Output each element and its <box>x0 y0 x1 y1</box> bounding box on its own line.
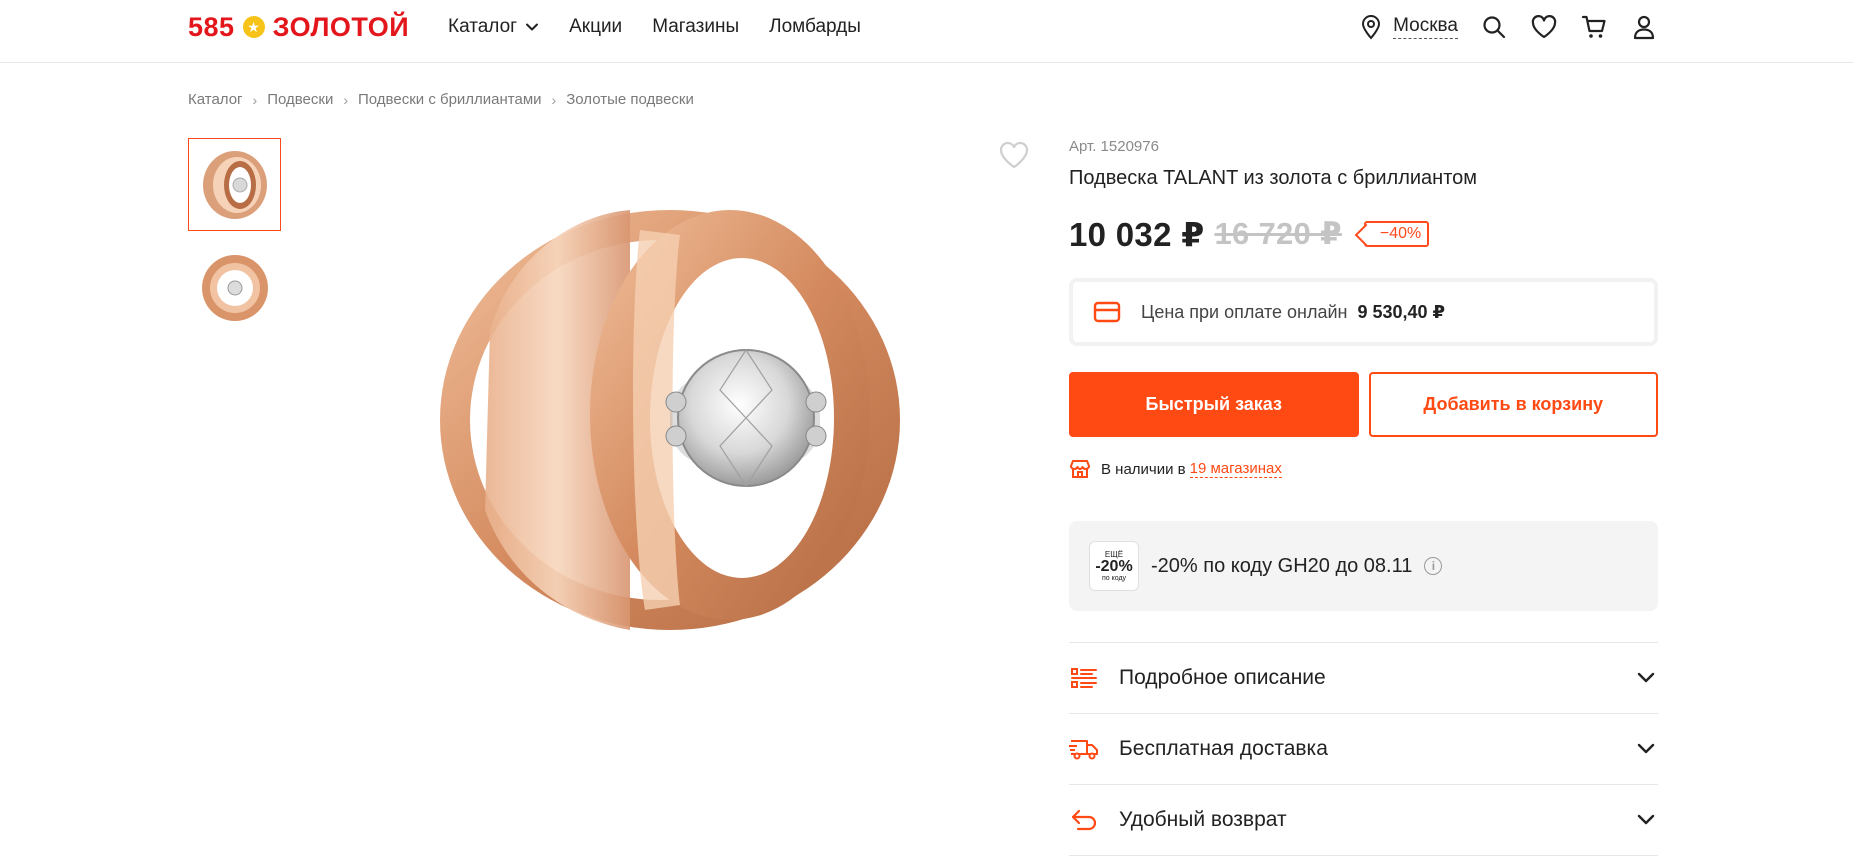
nav-pawnshops[interactable]: Ломбарды <box>769 16 861 38</box>
store-icon <box>1070 460 1090 478</box>
nav-promotions[interactable]: Акции <box>569 16 622 38</box>
product-accordion: Подробное описание Бесплатная доставка У… <box>1069 642 1658 856</box>
cart-icon[interactable] <box>1580 13 1608 41</box>
product-article: Арт. 1520976 <box>1069 138 1159 155</box>
current-price: 10 032 ₽ <box>1069 215 1205 253</box>
accordion-description-label: Подробное описание <box>1119 666 1326 689</box>
stock-stores-link[interactable]: 19 магазинах <box>1189 460 1282 478</box>
info-icon[interactable]: i <box>1424 557 1443 575</box>
breadcrumb-separator-icon: › <box>252 91 258 108</box>
nav-stores[interactable]: Магазины <box>652 16 739 38</box>
card-icon <box>1093 301 1121 323</box>
pendant-thumbnail-image <box>201 254 268 321</box>
logo-number: 585 <box>188 11 235 42</box>
site-header: 585 ★ ЗОЛОТОЙ Каталог Акции Магазины Лом… <box>0 0 1853 63</box>
header-actions: Москва <box>1359 10 1658 44</box>
heart-icon <box>999 141 1029 169</box>
main-nav: Каталог Акции Магазины Ломбарды <box>448 14 861 40</box>
location-pin-icon <box>1362 15 1381 40</box>
logo[interactable]: 585 ★ ЗОЛОТОЙ <box>188 10 409 44</box>
nav-catalog-label: Каталог <box>448 16 518 37</box>
breadcrumb-pendants[interactable]: Подвески <box>267 91 333 108</box>
price-row: 10 032 ₽ 16 720 ₽ −40% <box>1069 214 1658 254</box>
promo-text: -20% по коду GH20 до 08.11 <box>1151 554 1413 577</box>
breadcrumb: Каталог › Подвески › Подвески с бриллиан… <box>188 91 694 108</box>
breadcrumb-catalog[interactable]: Каталог <box>188 91 243 108</box>
breadcrumb-gold-pendants[interactable]: Золотые подвески <box>566 91 694 108</box>
chevron-down-icon <box>1634 808 1658 832</box>
list-icon <box>1069 663 1099 693</box>
breadcrumb-diamond-pendants[interactable]: Подвески с бриллиантами <box>358 91 542 108</box>
pendant-thumbnail-image <box>202 150 267 219</box>
nav-promotions-label: Акции <box>569 16 623 37</box>
thumbnail-1[interactable] <box>188 138 281 231</box>
nav-pawnshops-label: Ломбарды <box>769 16 861 37</box>
chevron-down-icon <box>1634 737 1658 761</box>
city-label: Москва <box>1393 15 1458 39</box>
breadcrumb-separator-icon: › <box>551 91 557 108</box>
online-price-value: 9 530,40 ₽ <box>1357 301 1446 322</box>
accordion-delivery[interactable]: Бесплатная доставка <box>1069 714 1658 785</box>
accordion-returns[interactable]: Удобный возврат <box>1069 785 1658 856</box>
online-price-label: Цена при оплате онлайн <box>1141 301 1348 322</box>
nav-catalog[interactable]: Каталог <box>448 16 539 38</box>
product-title: Подвеска TALANT из золота с бриллиантом <box>1069 167 1478 189</box>
nav-stores-label: Магазины <box>652 16 740 37</box>
user-icon[interactable] <box>1630 13 1658 41</box>
discount-badge: −40% <box>1363 221 1430 247</box>
chevron-down-icon <box>1634 666 1658 690</box>
add-to-cart-button[interactable]: Добавить в корзину <box>1368 372 1658 437</box>
add-to-favorites-button[interactable] <box>998 140 1030 172</box>
thumbnail-list <box>188 138 281 334</box>
truck-icon <box>1069 734 1099 764</box>
product-info: Арт. 1520976 Подвеска TALANT из золота с… <box>1069 138 1658 856</box>
search-icon[interactable] <box>1480 13 1508 41</box>
stock-availability: В наличии в 19 магазинах <box>1069 459 1658 479</box>
heart-icon[interactable] <box>1530 13 1558 41</box>
promo-badge: ЕЩЁ -20% по коду <box>1089 541 1139 591</box>
product-main-image[interactable] <box>430 190 910 650</box>
stock-prefix: В наличии в <box>1101 460 1186 478</box>
promo-badge-main: -20% <box>1095 557 1133 575</box>
accordion-returns-label: Удобный возврат <box>1119 808 1287 831</box>
old-price: 16 720 ₽ <box>1214 216 1342 251</box>
promo-badge-bottom: по коду <box>1101 574 1127 582</box>
promo-code-banner: ЕЩЁ -20% по коду -20% по коду GH20 до 08… <box>1069 521 1658 611</box>
accordion-description[interactable]: Подробное описание <box>1069 643 1658 714</box>
quick-order-button[interactable]: Быстрый заказ <box>1069 372 1359 437</box>
city-selector[interactable]: Москва <box>1359 14 1458 40</box>
logo-word: ЗОЛОТОЙ <box>272 11 410 42</box>
return-arrow-icon <box>1069 805 1099 835</box>
breadcrumb-separator-icon: › <box>343 91 349 108</box>
chevron-down-icon <box>526 23 539 31</box>
accordion-delivery-label: Бесплатная доставка <box>1119 737 1328 760</box>
logo-star-icon: ★ <box>242 16 265 38</box>
thumbnail-2[interactable] <box>188 241 281 334</box>
action-buttons: Быстрый заказ Добавить в корзину <box>1069 372 1658 437</box>
online-price-box: Цена при оплате онлайн 9 530,40 ₽ <box>1069 278 1658 346</box>
